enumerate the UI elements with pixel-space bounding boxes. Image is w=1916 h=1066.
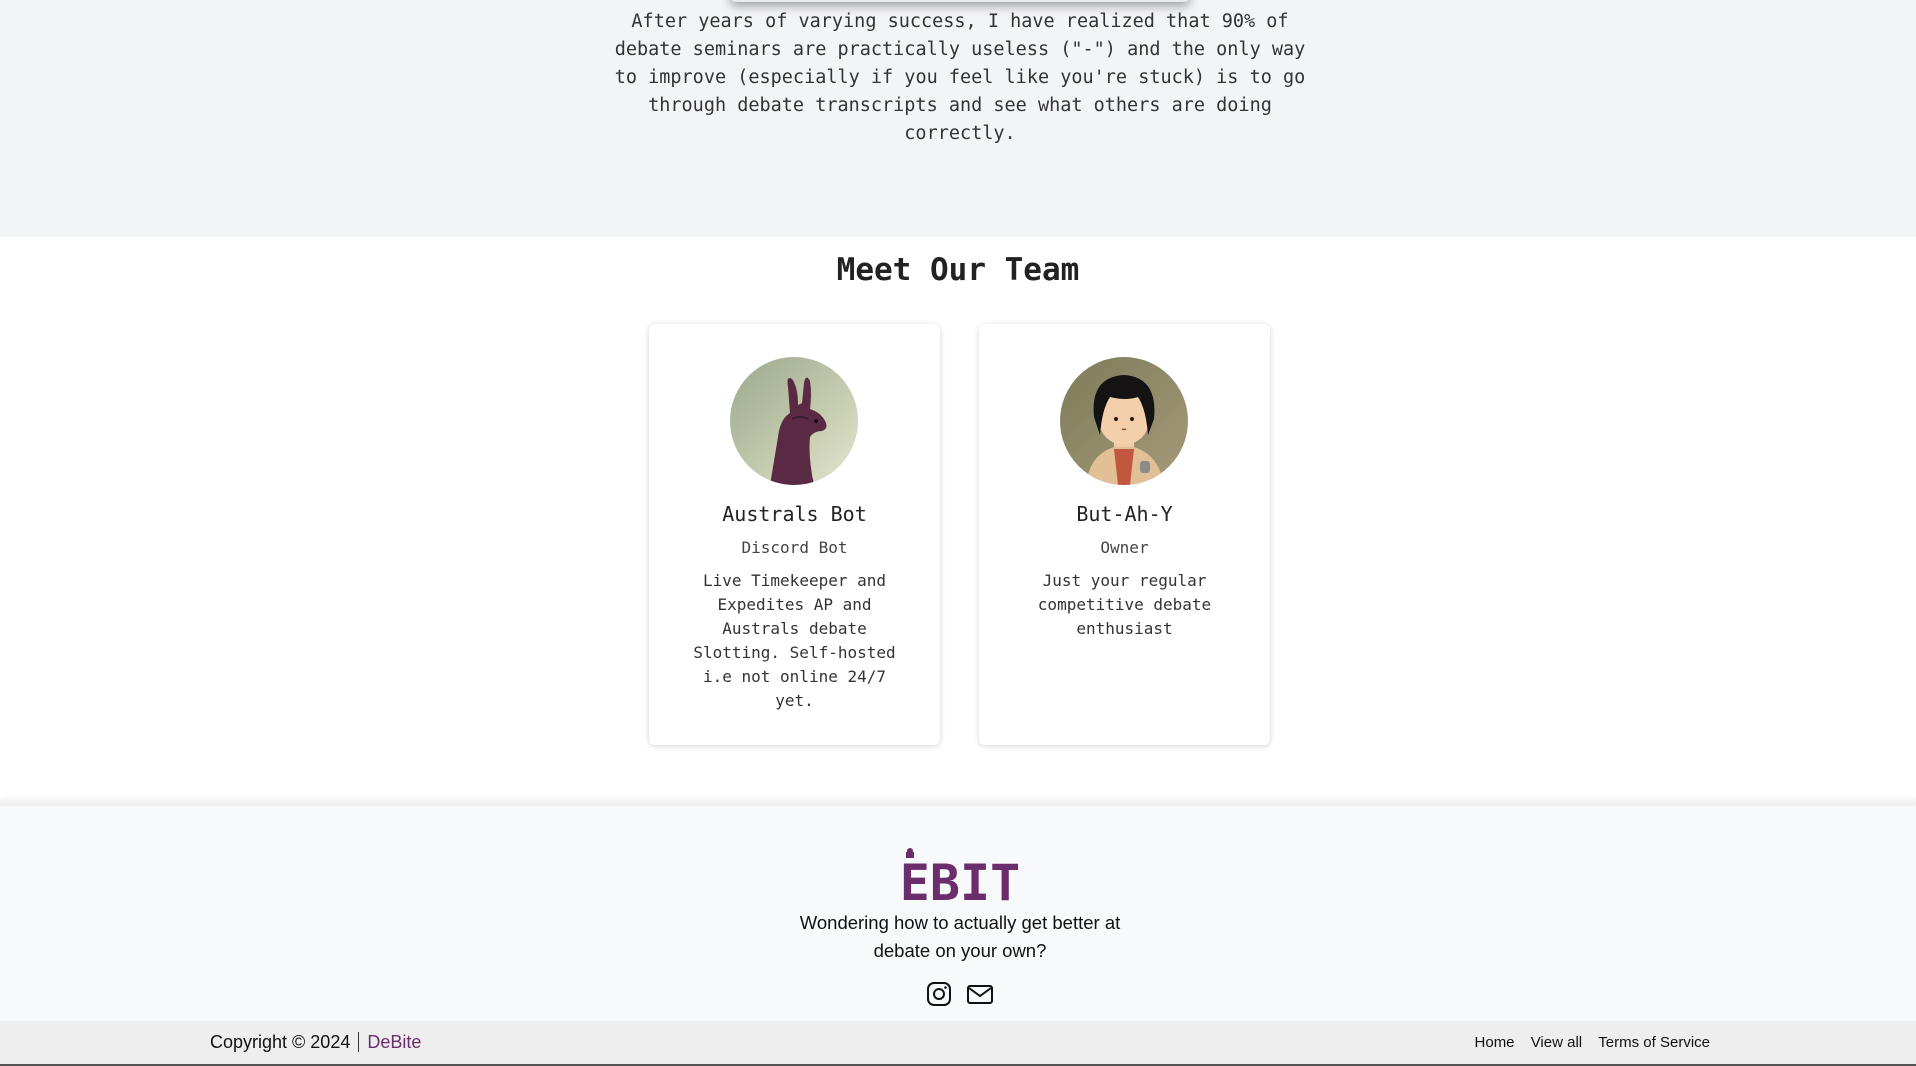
team-card-australs-bot: Australs Bot Discord Bot Live Timekeeper… <box>649 324 940 745</box>
footer-link-terms[interactable]: Terms of Service <box>1598 1034 1710 1051</box>
copyright: Copyright © 2024 DeBite <box>210 1032 421 1053</box>
intro-text: After years of varying success, I have r… <box>614 11 1306 144</box>
girl-avatar <box>1060 357 1188 485</box>
footer-nav: Home View all Terms of Service <box>1463 1034 1710 1051</box>
footer-link-view-all[interactable]: View all <box>1531 1034 1582 1051</box>
intro-card-edge <box>730 0 1190 2</box>
intro-section: After years of varying success, I have r… <box>0 0 1916 237</box>
footer-tagline: Wondering how to actually get better at … <box>799 912 1121 961</box>
footer-link-home[interactable]: Home <box>1475 1034 1515 1051</box>
brand-link[interactable]: DeBite <box>367 1032 421 1052</box>
member-role: Discord Bot <box>741 538 848 557</box>
debite-logo[interactable]: DEBITE <box>898 848 1022 906</box>
member-description: Live Timekeeper and Expedites AP and Aus… <box>693 571 896 710</box>
member-name: Australs Bot <box>722 502 867 526</box>
kangaroo-avatar <box>730 357 858 485</box>
team-title: Meet Our Team <box>836 252 1080 288</box>
instagram-icon[interactable] <box>926 981 952 1007</box>
team-card-but-ah-y: But-Ah-Y Owner Just your regular competi… <box>979 324 1270 745</box>
bottom-bar: Copyright © 2024 DeBite Home View all Ter… <box>0 1021 1916 1066</box>
member-description: Just your regular competitive debate ent… <box>1037 571 1212 638</box>
mail-icon[interactable] <box>967 981 993 1007</box>
svg-text:DEBITE: DEBITE <box>898 854 1022 906</box>
copyright-separator <box>358 1032 360 1052</box>
member-name: But-Ah-Y <box>1076 502 1173 526</box>
copyright-text: Copyright © 2024 <box>210 1032 351 1052</box>
member-role: Owner <box>1100 538 1149 557</box>
